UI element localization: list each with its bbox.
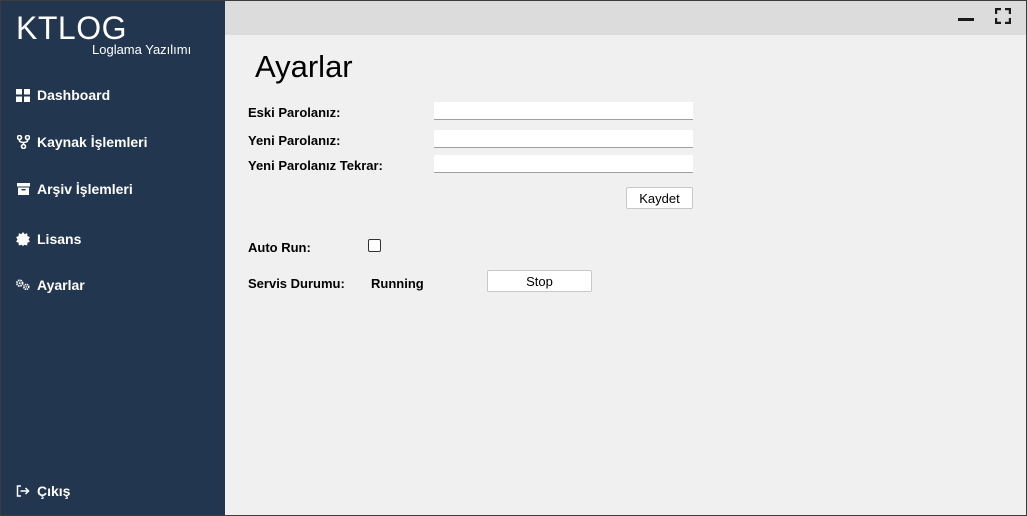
new-password-field[interactable]: [434, 130, 693, 148]
old-password-label: Eski Parolanız:: [248, 105, 341, 120]
logout-icon: [16, 484, 30, 498]
archive-icon: [16, 182, 30, 196]
fullscreen-button[interactable]: [993, 7, 1013, 29]
sidebar-item-kaynak[interactable]: Kaynak İşlemleri: [16, 131, 216, 153]
stop-button[interactable]: Stop: [487, 270, 592, 292]
logout-label: Çıkış: [37, 483, 71, 499]
service-status-value: Running: [371, 276, 424, 291]
app-window: KTLOG Loglama Yazılımı Dashboard Kaynak …: [0, 0, 1027, 516]
service-status-label: Servis Durumu:: [248, 276, 345, 291]
confirm-password-field[interactable]: [434, 155, 693, 173]
sidebar-item-ayarlar[interactable]: Ayarlar: [16, 274, 216, 296]
auto-run-checkbox[interactable]: [368, 239, 381, 252]
sidebar-item-arsiv[interactable]: Arşiv İşlemleri: [16, 178, 216, 200]
confirm-password-label: Yeni Parolanız Tekrar:: [248, 158, 383, 173]
sidebar-item-label: Lisans: [37, 231, 82, 247]
sidebar-item-label: Kaynak İşlemleri: [37, 134, 148, 150]
sidebar-item-lisans[interactable]: Lisans: [16, 228, 216, 250]
sidebar-item-label: Dashboard: [37, 87, 111, 103]
save-button[interactable]: Kaydet: [626, 187, 693, 209]
branch-icon: [16, 135, 30, 149]
minimize-icon: [958, 9, 974, 27]
logo-subtitle: Loglama Yazılımı: [92, 42, 192, 57]
sidebar-item-dashboard[interactable]: Dashboard: [16, 84, 216, 106]
grid-icon: [16, 88, 30, 102]
new-password-label: Yeni Parolanız:: [248, 133, 341, 148]
page-title: Ayarlar: [255, 49, 353, 84]
auto-run-label: Auto Run:: [248, 240, 311, 255]
minimize-button[interactable]: [956, 8, 976, 28]
old-password-field[interactable]: [434, 102, 693, 120]
fullscreen-icon: [994, 7, 1012, 29]
sidebar-item-label: Ayarlar: [37, 277, 85, 293]
cogs-icon: [16, 278, 30, 292]
sidebar: KTLOG Loglama Yazılımı Dashboard Kaynak …: [1, 1, 225, 515]
title-bar: [225, 1, 1026, 35]
badge-icon: [16, 232, 30, 246]
logout-button[interactable]: Çıkış: [16, 480, 216, 502]
sidebar-item-label: Arşiv İşlemleri: [37, 181, 133, 197]
